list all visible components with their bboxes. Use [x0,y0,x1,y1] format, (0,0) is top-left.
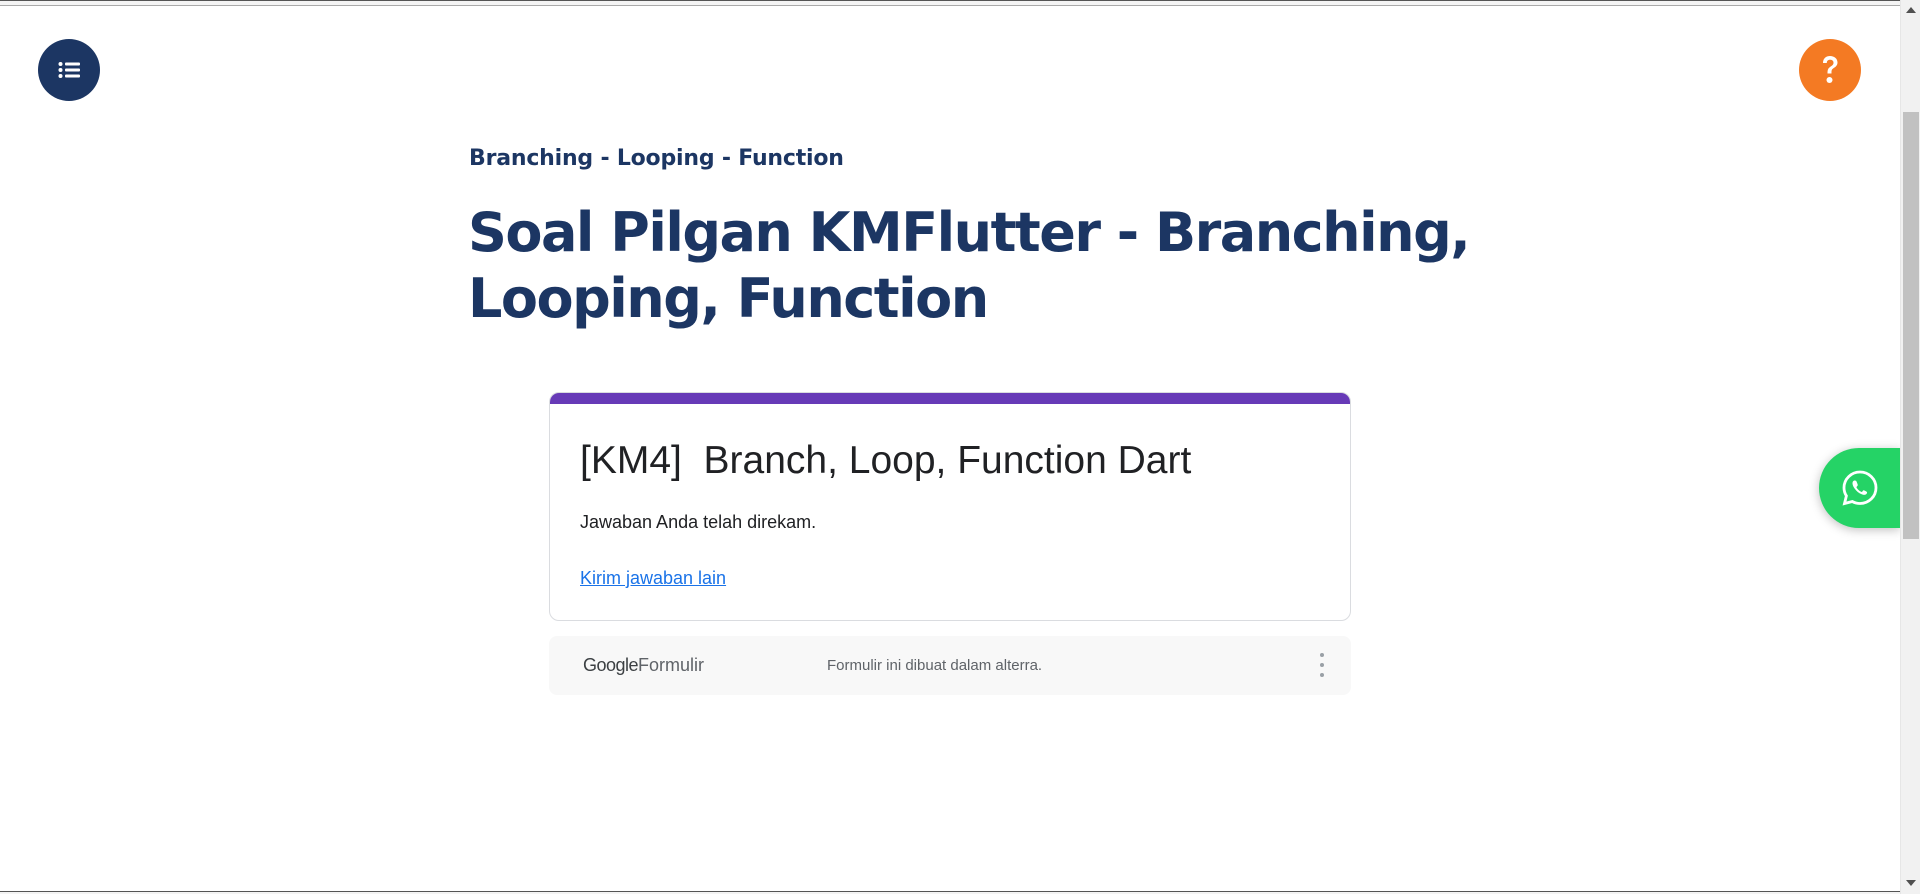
page-title: Soal Pilgan KMFlutter - Branching, Loopi… [468,201,1471,330]
question-mark-icon [1823,56,1838,83]
submit-another-response-link[interactable]: Kirim jawaban lain [580,568,726,589]
list-icon [58,62,80,78]
whatsapp-chat-button[interactable] [1819,448,1900,528]
google-forms-logo[interactable]: GoogleFormulir [583,655,704,676]
scrollbar-thumb[interactable] [1903,112,1919,539]
scroll-up-arrow-icon[interactable] [1906,7,1916,13]
scroll-down-arrow-icon[interactable] [1906,880,1916,886]
form-response-card: [KM4] Branch, Loop, Function Dart Jawaba… [549,392,1351,621]
menu-button[interactable] [38,39,100,101]
whatsapp-icon [1842,470,1877,506]
form-footer: GoogleFormulir Formulir ini dibuat dalam… [549,636,1351,695]
window-top-border [0,0,1900,6]
more-vert-icon[interactable] [1317,653,1327,677]
help-button[interactable] [1799,39,1861,101]
form-title: [KM4] Branch, Loop, Function Dart [580,439,1192,482]
vertical-scrollbar[interactable] [1900,0,1920,894]
google-wordmark: Google [583,655,639,675]
form-confirmation-message: Jawaban Anda telah direkam. [580,512,817,532]
breadcrumb: Branching - Looping - Function [469,146,844,171]
forms-wordmark: Formulir [638,655,705,675]
footer-note: Formulir ini dibuat dalam alterra. [827,657,1043,674]
form-accent-bar [550,393,1350,404]
